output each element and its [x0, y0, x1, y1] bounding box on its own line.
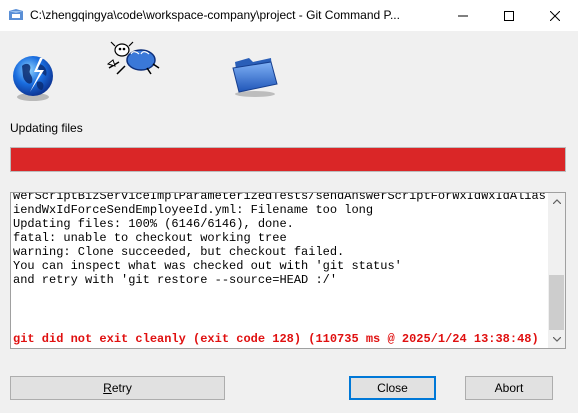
log-line: werScriptBizServiceImplParameterizedTest…	[13, 192, 547, 203]
vertical-scrollbar[interactable]	[548, 193, 565, 348]
log-line: and retry with 'git restore --source=HEA…	[13, 273, 338, 287]
minimize-button[interactable]	[440, 0, 486, 31]
close-icon	[550, 10, 560, 21]
abort-button[interactable]: Abort	[465, 376, 553, 400]
log-lines: werScriptBizServiceImplParameterizedTest…	[13, 192, 547, 287]
log-line: iendWxIdForceSendEmployeeId.yml: Filenam…	[13, 203, 374, 217]
scroll-down-button[interactable]	[548, 331, 565, 348]
maximize-button[interactable]	[486, 0, 532, 31]
folder-icon	[232, 58, 278, 97]
scroll-thumb[interactable]	[549, 275, 564, 330]
retry-accelerator: R	[103, 381, 112, 395]
chevron-down-icon	[552, 337, 561, 342]
close-label: Close	[377, 381, 408, 395]
minimize-icon	[458, 15, 468, 16]
progress-bar-fill	[11, 148, 565, 171]
sheep-icon	[107, 41, 160, 75]
abort-label: Abort	[494, 381, 524, 395]
log-line: Updating files: 100% (6146/6146), done.	[13, 217, 294, 231]
log-line: fatal: unable to checkout working tree	[13, 231, 287, 245]
globe-icon	[13, 56, 53, 101]
chevron-up-icon	[552, 199, 561, 204]
window-title: C:\zhengqingya\code\workspace-company\pr…	[30, 8, 400, 22]
title-bar: C:\zhengqingya\code\workspace-company\pr…	[0, 0, 578, 31]
status-label: Updating files	[10, 121, 83, 135]
output-log: werScriptBizServiceImplParameterizedTest…	[10, 192, 566, 349]
log-line: warning: Clone succeeded, but checkout f…	[13, 245, 345, 259]
retry-label: etry	[111, 381, 132, 395]
git-app-icon	[9, 9, 23, 20]
close-button[interactable]: Close	[349, 376, 436, 400]
progress-bar	[10, 147, 566, 172]
retry-button[interactable]: Retry	[10, 376, 225, 400]
close-window-button[interactable]	[532, 0, 578, 31]
scroll-up-button[interactable]	[548, 193, 565, 210]
maximize-icon	[504, 10, 514, 21]
error-message: git did not exit cleanly (exit code 128)…	[13, 332, 539, 346]
log-line: You can inspect what was checked out wit…	[13, 259, 402, 273]
